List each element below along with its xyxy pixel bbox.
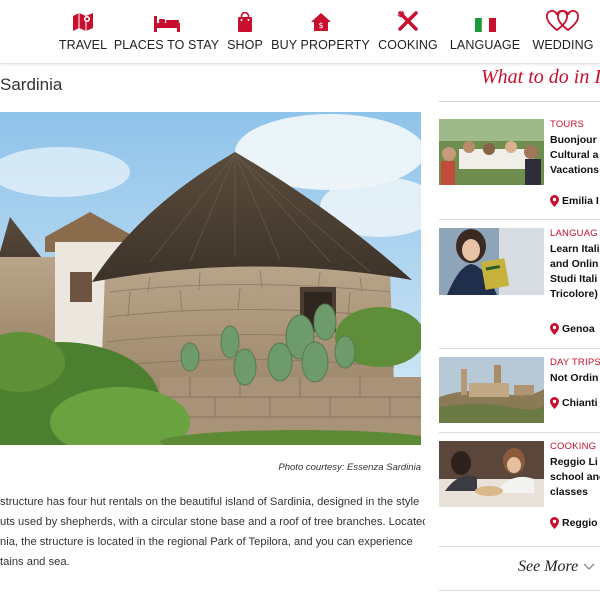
card-title: Learn Itali and Onlin Studi Itali Tricol… (550, 242, 600, 302)
body-line: uts used by shepherds, with a circular s… (0, 516, 425, 528)
nav-language[interactable]: LANGUAGE (449, 10, 521, 56)
card-title-line: Not Ordin (550, 372, 599, 384)
activity-card[interactable]: DAY TRIPS Not Ordin Chianti (439, 357, 600, 427)
card-thumbnail (439, 119, 544, 185)
top-navigation: TRAVEL PLACES TO STAY SHOP $ BUY PROPERT… (0, 0, 600, 64)
card-title-line: Learn Itali (550, 243, 600, 255)
card-category: LANGUAG (550, 228, 598, 239)
see-more-link[interactable]: See More (518, 558, 595, 576)
location-pin-icon (550, 517, 559, 529)
activity-card[interactable]: TOURS Buonjour Cultural a Vacations Emil… (439, 119, 600, 219)
card-location-text: Chianti (562, 397, 598, 409)
card-location-text: Reggio (562, 517, 598, 529)
nav-label: LANGUAGE (449, 38, 521, 52)
card-title: Reggio Li school and classes (550, 455, 600, 500)
map-icon (72, 10, 94, 32)
chevron-down-icon (583, 563, 595, 571)
body-line: nia, the structure is located in the reg… (0, 536, 413, 548)
article-title: Sardinia (0, 75, 63, 94)
sidebar-divider (439, 101, 600, 102)
card-divider (439, 348, 600, 349)
sidebar-title: What to do in I (481, 66, 600, 88)
bed-icon (153, 10, 181, 32)
italian-flag-icon (474, 10, 496, 32)
card-title: Buonjour Cultural a Vacations (550, 133, 600, 178)
card-thumbnail (439, 228, 544, 295)
card-title-line: Reggio Li (550, 456, 598, 468)
card-divider (439, 546, 600, 547)
nav-shop[interactable]: SHOP (227, 10, 263, 56)
card-title-line: Studi Itali (550, 273, 598, 285)
card-category: DAY TRIPS (550, 357, 600, 368)
activity-card[interactable]: COOKING Reggio Li school and classes Reg… (439, 441, 600, 536)
card-title-line: classes (550, 486, 588, 498)
card-location-text: Genoa (562, 323, 595, 335)
card-location: Reggio (550, 517, 598, 529)
photo-caption: Photo courtesy: Essenza Sardinia (278, 462, 421, 473)
card-title-line: Cultural a (550, 149, 599, 161)
nav-label: BUY PROPERTY (271, 38, 370, 52)
hearts-icon (546, 10, 580, 32)
card-location: Chianti (550, 397, 598, 409)
article-body: structure has four hut rentals on the be… (0, 492, 425, 572)
nav-label: COOKING (378, 38, 438, 52)
location-pin-icon (550, 195, 559, 207)
nav-places-to-stay[interactable]: PLACES TO STAY (114, 10, 219, 56)
house-icon: $ (310, 10, 332, 32)
card-thumbnail (439, 357, 544, 423)
card-category: TOURS (550, 119, 585, 130)
nav-label: SHOP (227, 38, 263, 52)
fork-knife-icon (397, 10, 419, 32)
see-more-label: See More (518, 558, 579, 575)
card-location-text: Emilia I (562, 195, 599, 207)
card-title-line: Vacations (550, 164, 600, 176)
article-photo-stone-huts (0, 112, 421, 445)
card-divider (439, 432, 600, 433)
card-title-line: Tricolore) (550, 288, 598, 300)
nav-label: PLACES TO STAY (113, 38, 220, 52)
shopping-bag-icon (237, 10, 253, 32)
card-category: COOKING (550, 441, 597, 452)
nav-cooking[interactable]: COOKING (378, 10, 438, 56)
card-title-line: school and (550, 471, 600, 483)
nav-wedding[interactable]: WEDDING (532, 10, 594, 56)
body-line: structure has four hut rentals on the be… (0, 496, 420, 508)
location-pin-icon (550, 397, 559, 409)
activity-card[interactable]: LANGUAG Learn Itali and Onlin Studi Ital… (439, 228, 600, 346)
card-location: Emilia I (550, 195, 599, 207)
nav-label: TRAVEL (58, 38, 108, 52)
nav-travel[interactable]: TRAVEL (58, 10, 108, 56)
card-location: Genoa (550, 323, 595, 335)
nav-label: WEDDING (532, 38, 594, 52)
card-thumbnail (439, 441, 544, 507)
card-divider (439, 219, 600, 220)
sidebar-bottom-divider (439, 590, 600, 591)
nav-buy-property[interactable]: $ BUY PROPERTY (271, 10, 370, 56)
card-title-line: and Onlin (550, 258, 599, 270)
location-pin-icon (550, 323, 559, 335)
card-title: Not Ordin (550, 371, 600, 386)
body-line: tains and sea. (0, 556, 70, 568)
svg-text:$: $ (318, 21, 323, 30)
card-title-line: Buonjour (550, 134, 597, 146)
